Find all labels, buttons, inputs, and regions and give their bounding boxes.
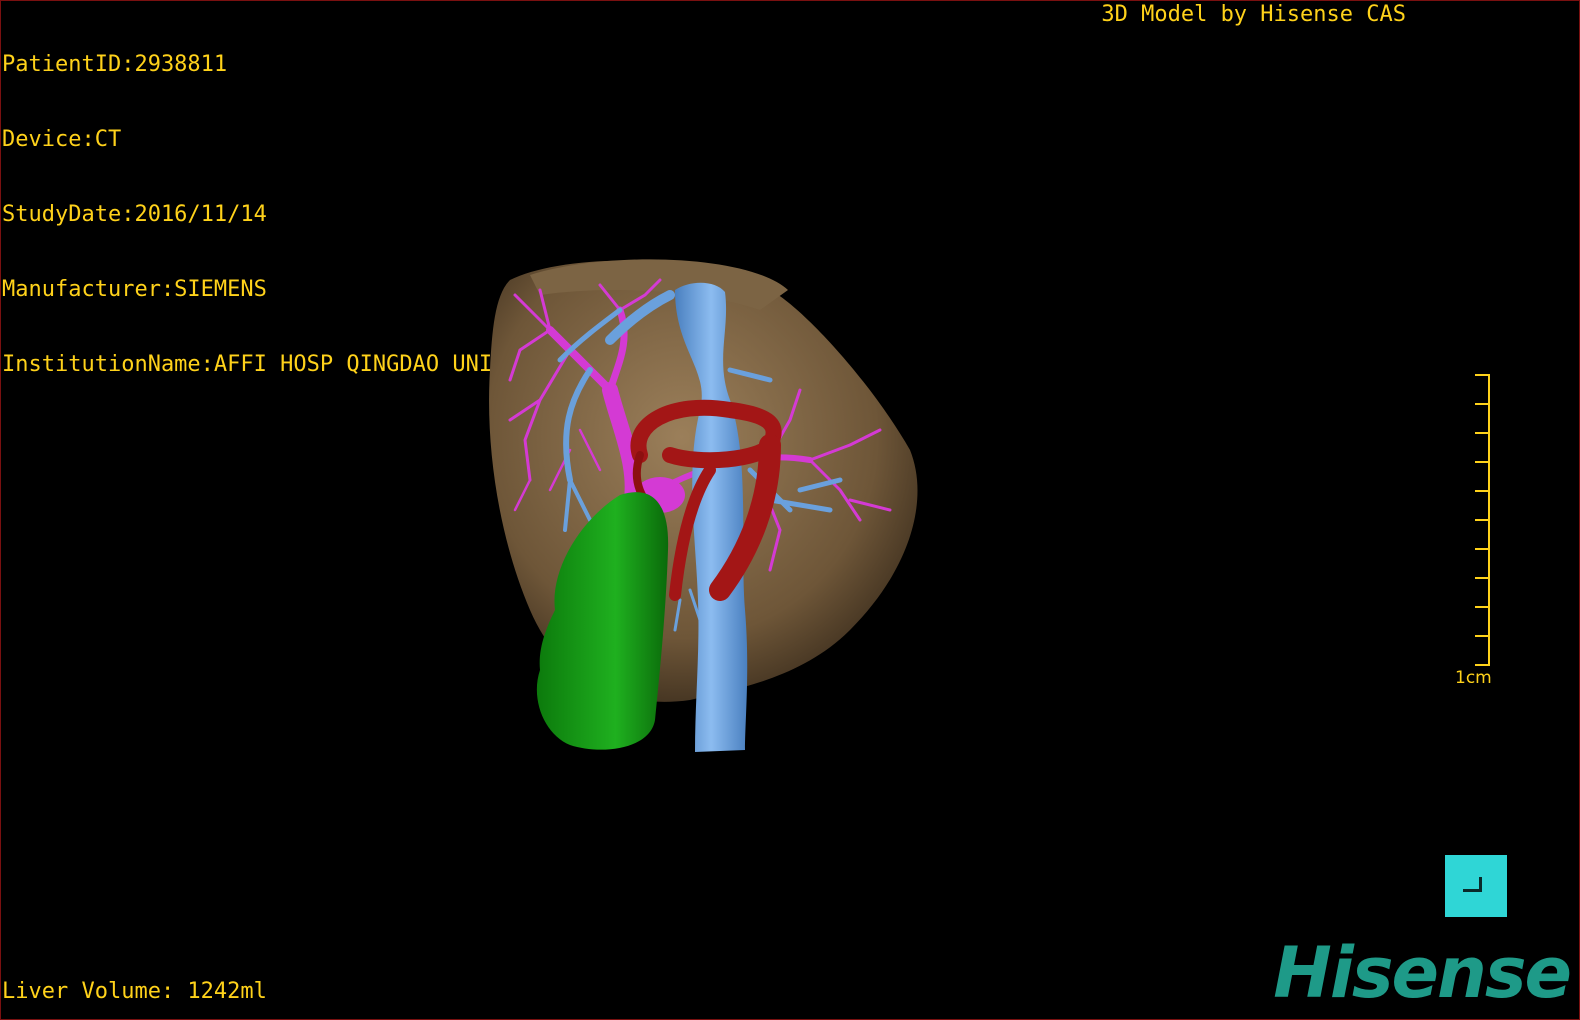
scale-label: 1cm xyxy=(1455,668,1492,688)
liver-3d-model[interactable] xyxy=(470,250,940,770)
patient-id-text: PatientID:2938811 xyxy=(2,52,228,77)
scale-bar xyxy=(1475,374,1490,666)
model-brand-text: 3D Model by Hisense CAS xyxy=(1101,2,1406,27)
institution-text: InstitutionName:AFFI HOSP QINGDAO UNI xyxy=(2,352,493,377)
patient-info-overlay: PatientID:2938811 Device:CT StudyDate:20… xyxy=(2,2,492,402)
manufacturer-text: Manufacturer:SIEMENS xyxy=(2,277,267,302)
device-text: Device:CT xyxy=(2,127,122,152)
study-date-text: StudyDate:2016/11/14 xyxy=(2,202,267,227)
liver-volume-text: Liver Volume: 1242ml xyxy=(2,979,267,1004)
fit-view-button[interactable] xyxy=(1445,855,1507,917)
corner-fit-icon xyxy=(1463,877,1482,892)
hisense-logo: Hisense xyxy=(1273,932,1572,1014)
